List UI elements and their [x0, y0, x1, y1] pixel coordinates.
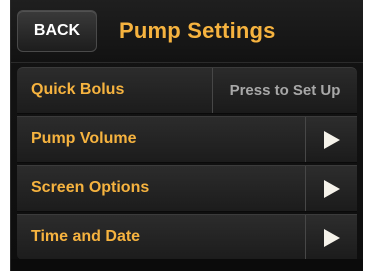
settings-list: Quick Bolus Press to Set Up Pump Volume …: [17, 67, 357, 263]
screen-bottom: [11, 259, 363, 271]
back-button[interactable]: BACK: [17, 10, 97, 52]
chevron-right-icon: [323, 130, 340, 149]
pump-screen: BACK Pump Settings Quick Bolus Press to …: [10, 0, 363, 271]
chevron-right-button[interactable]: [305, 117, 357, 162]
chevron-right-icon: [323, 228, 340, 247]
menu-item-quick-bolus[interactable]: Quick Bolus Press to Set Up: [17, 67, 357, 114]
menu-item-label: Quick Bolus: [31, 81, 125, 98]
chevron-right-button[interactable]: [305, 215, 357, 260]
menu-item-time-and-date[interactable]: Time and Date: [17, 214, 357, 261]
device-frame: BACK Pump Settings Quick Bolus Press to …: [0, 0, 370, 271]
chevron-right-icon: [323, 179, 340, 198]
press-to-set-up-button[interactable]: Press to Set Up: [212, 68, 357, 113]
menu-item-screen-options[interactable]: Screen Options: [17, 165, 357, 212]
header-bar: BACK Pump Settings: [11, 0, 363, 63]
page-title: Pump Settings: [119, 18, 276, 43]
menu-item-pump-volume[interactable]: Pump Volume: [17, 116, 357, 163]
menu-item-label: Pump Volume: [31, 130, 137, 147]
menu-item-label: Time and Date: [31, 228, 141, 245]
chevron-right-button[interactable]: [305, 166, 357, 211]
menu-item-label: Screen Options: [31, 179, 150, 196]
